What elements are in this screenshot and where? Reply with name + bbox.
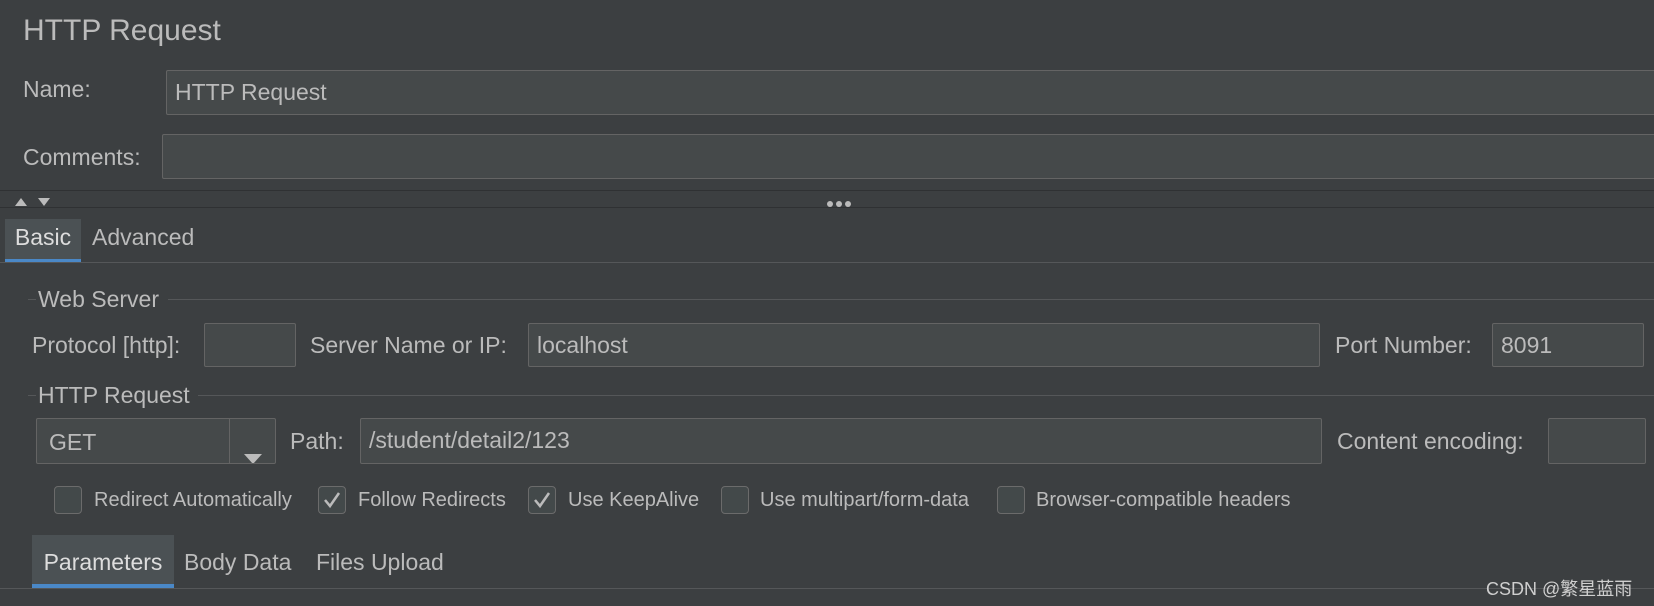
method-value: GET: [49, 429, 97, 455]
comments-label: Comments:: [23, 144, 141, 170]
panel-title: HTTP Request: [23, 14, 221, 47]
select-divider: [229, 419, 230, 463]
path-label: Path:: [290, 428, 344, 454]
redirect-automatically-label: Redirect Automatically: [94, 489, 292, 511]
sub-tab-divider: [0, 588, 1654, 589]
path-field[interactable]: /student/detail2/123: [360, 418, 1322, 464]
use-keepalive-label: Use KeepAlive: [568, 489, 700, 511]
tab-parameters[interactable]: Parameters: [32, 535, 174, 588]
tab-basic[interactable]: Basic: [5, 219, 81, 259]
dropdown-arrow-icon[interactable]: [243, 436, 263, 463]
expand-down-icon[interactable]: [37, 194, 51, 206]
name-field[interactable]: HTTP Request: [166, 70, 1654, 115]
follow-redirects-label: Follow Redirects: [358, 489, 506, 511]
comments-field[interactable]: [162, 134, 1654, 179]
checkmark-icon: [324, 492, 341, 509]
name-label: Name:: [23, 76, 91, 102]
content-encoding-label: Content encoding:: [1337, 428, 1524, 454]
splitter-top-border: [0, 190, 1654, 191]
fieldset-line-right: [168, 299, 1654, 300]
collapse-up-icon[interactable]: [14, 194, 28, 206]
fieldset-line-left: [28, 395, 36, 396]
content-encoding-field[interactable]: [1548, 418, 1646, 464]
use-multipart-label: Use multipart/form-data: [760, 489, 969, 511]
fieldset-line-right: [198, 395, 1654, 396]
port-number-field[interactable]: 8091: [1492, 323, 1644, 367]
follow-redirects-checkbox[interactable]: [318, 486, 346, 514]
port-number-label: Port Number:: [1335, 332, 1472, 358]
server-name-field[interactable]: localhost: [528, 323, 1320, 367]
method-select[interactable]: GET: [36, 418, 276, 464]
fieldset-line-left: [28, 299, 36, 300]
tab-bar-divider: [0, 262, 1654, 263]
redirect-automatically-checkbox[interactable]: [54, 486, 82, 514]
http-request-legend: HTTP Request: [38, 382, 190, 408]
watermark: CSDN @繁星蓝雨: [1486, 579, 1633, 599]
drag-handle-icon[interactable]: [826, 195, 852, 207]
protocol-label: Protocol [http]:: [32, 332, 181, 358]
browser-compatible-headers-label: Browser-compatible headers: [1036, 489, 1291, 511]
protocol-field[interactable]: [204, 323, 296, 367]
use-keepalive-checkbox[interactable]: [528, 486, 556, 514]
use-multipart-checkbox[interactable]: [721, 486, 749, 514]
checkmark-icon: [534, 492, 551, 509]
web-server-legend: Web Server: [38, 286, 160, 312]
tab-advanced[interactable]: Advanced: [92, 224, 194, 251]
tab-body-data[interactable]: Body Data: [184, 549, 291, 576]
tab-files-upload[interactable]: Files Upload: [316, 549, 444, 576]
browser-compatible-headers-checkbox[interactable]: [997, 486, 1025, 514]
server-name-label: Server Name or IP:: [310, 332, 507, 358]
